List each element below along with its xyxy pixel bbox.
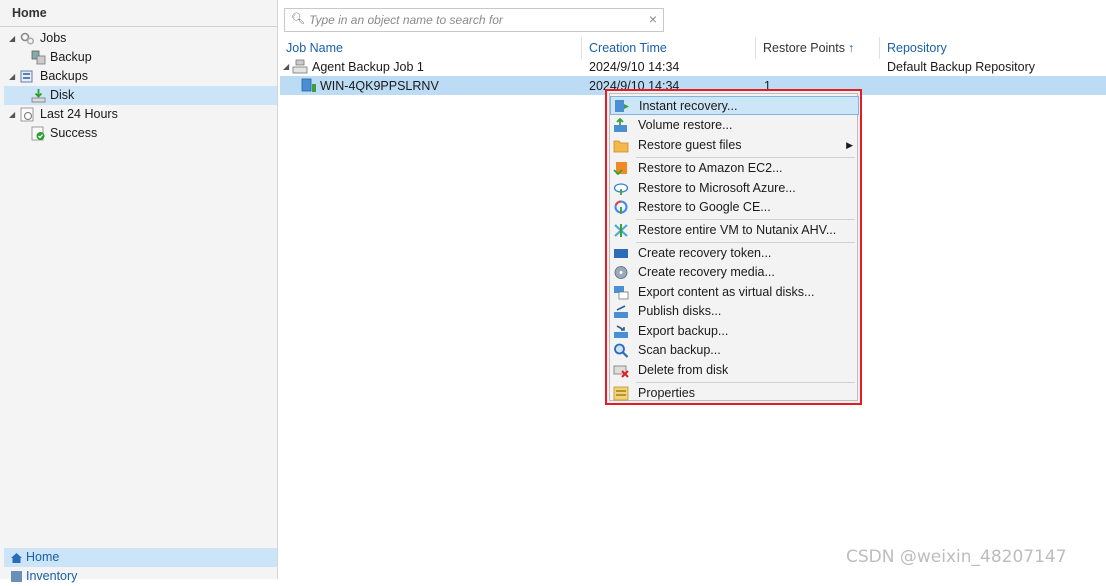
google-cloud-icon	[614, 200, 628, 214]
collapse-arrow-icon[interactable]: ◢	[9, 105, 17, 124]
tree-item-last-24-hours[interactable]: ◢ Last 24 Hours	[0, 105, 277, 124]
delete-icon	[613, 365, 629, 378]
column-header-job-name[interactable]: Job Name	[284, 39, 343, 57]
media-icon	[614, 266, 628, 279]
success-icon	[31, 126, 45, 141]
menu-separator	[636, 242, 855, 243]
tree-item-jobs[interactable]: ◢ Jobs	[0, 29, 277, 48]
search-icon: 🔍︎	[291, 13, 305, 25]
menu-item-export-backup[interactable]: Export backup...	[610, 322, 859, 341]
export-backup-icon	[614, 325, 628, 338]
menu-item-export-virtual-disks[interactable]: Export content as virtual disks...	[610, 283, 859, 302]
context-menu-highlight: Instant recovery... Volume restore... Re…	[605, 89, 862, 405]
azure-cloud-icon	[613, 183, 629, 195]
navigation-pane: Home ◢ Jobs Backup ◢ Backups Disk ◢ Last…	[0, 0, 278, 583]
volume-restore-icon	[614, 118, 627, 132]
sort-ascending-icon: ↑	[847, 41, 855, 55]
job-name-cell: WIN-4QK9PPSLRNV	[320, 79, 439, 93]
tree-item-success[interactable]: Success	[0, 124, 277, 143]
home-icon	[11, 553, 22, 563]
column-divider[interactable]	[879, 37, 880, 59]
column-header-repository[interactable]: Repository	[885, 39, 947, 57]
tree-item-disk[interactable]: Disk	[4, 86, 277, 105]
agent-job-icon	[292, 59, 308, 74]
export-disk-icon	[614, 286, 629, 300]
repository-cell: Default Backup Repository	[887, 60, 1035, 74]
creation-time-cell: 2024/9/10 14:34	[589, 60, 680, 74]
folder-icon	[613, 140, 629, 153]
job-name-cell: Agent Backup Job 1	[312, 60, 424, 74]
instant-recovery-icon	[615, 100, 629, 112]
nav-inventory-button[interactable]: Inventory	[4, 567, 277, 586]
menu-item-scan-backup[interactable]: Scan backup...	[610, 341, 859, 360]
nav-header-title: Home	[12, 6, 47, 20]
menu-item-instant-recovery[interactable]: Instant recovery...	[610, 96, 859, 115]
clear-search-icon[interactable]: ×	[649, 11, 657, 27]
backup-job-icon	[31, 50, 46, 65]
menu-item-delete-from-disk[interactable]: Delete from disk	[610, 361, 859, 380]
menu-item-restore-guest-files[interactable]: Restore guest files ▶	[610, 136, 859, 155]
search-input[interactable]	[307, 11, 631, 29]
context-menu: Instant recovery... Volume restore... Re…	[609, 93, 859, 403]
menu-item-publish-disks[interactable]: Publish disks...	[610, 302, 859, 321]
collapse-arrow-icon[interactable]: ◢	[9, 29, 17, 48]
publish-disk-icon	[614, 305, 628, 318]
tree-item-backups[interactable]: ◢ Backups	[0, 67, 277, 86]
nav-header: Home	[0, 0, 277, 27]
history-icon	[20, 107, 34, 122]
backups-icon	[20, 70, 33, 83]
watermark: CSDN @weixin_48207147	[846, 547, 1067, 567]
menu-item-create-recovery-media[interactable]: Create recovery media...	[610, 263, 859, 282]
column-divider[interactable]	[581, 37, 582, 59]
amazon-icon	[613, 162, 627, 176]
menu-item-restore-azure[interactable]: Restore to Microsoft Azure...	[610, 179, 859, 198]
gears-icon	[20, 32, 35, 45]
search-box[interactable]: 🔍︎ ×	[284, 8, 664, 32]
menu-separator	[636, 157, 855, 158]
menu-separator	[636, 382, 855, 383]
menu-item-restore-nutanix[interactable]: Restore entire VM to Nutanix AHV...	[610, 221, 859, 240]
menu-item-properties[interactable]: Properties	[610, 384, 859, 403]
disk-download-icon	[31, 89, 46, 103]
scan-icon	[614, 343, 629, 358]
column-divider[interactable]	[755, 37, 756, 59]
column-header-restore-points[interactable]: Restore Points ↑	[761, 39, 854, 57]
collapse-arrow-icon[interactable]: ◢	[283, 58, 289, 76]
menu-separator	[636, 219, 855, 220]
collapse-arrow-icon[interactable]: ◢	[9, 67, 17, 86]
menu-item-create-recovery-token[interactable]: Create recovery token...	[610, 244, 859, 263]
token-icon	[614, 249, 628, 258]
nutanix-icon	[614, 224, 628, 237]
column-header-creation-time[interactable]: Creation Time	[587, 39, 667, 57]
properties-icon	[613, 386, 629, 401]
menu-item-restore-amazon-ec2[interactable]: Restore to Amazon EC2...	[610, 159, 859, 178]
menu-item-volume-restore[interactable]: Volume restore...	[610, 116, 859, 135]
computer-icon	[301, 78, 316, 92]
nav-home-button[interactable]: Home	[4, 548, 277, 567]
tree-item-backup-job[interactable]: Backup	[0, 48, 277, 67]
menu-item-restore-google-ce[interactable]: Restore to Google CE...	[610, 198, 859, 217]
submenu-arrow-icon: ▶	[846, 140, 853, 150]
inventory-icon	[11, 571, 22, 582]
